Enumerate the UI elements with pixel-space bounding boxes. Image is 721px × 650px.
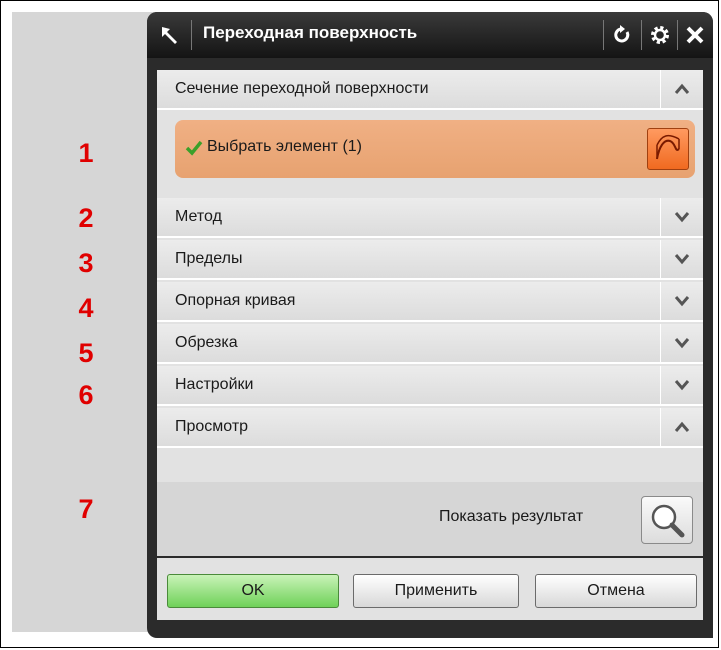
dialog-footer: OK Применить Отмена [157,558,703,620]
chevron-up-icon[interactable] [660,70,703,108]
apply-button[interactable]: Применить [353,574,519,608]
section-header-section-curves[interactable]: Сечение переходной поверхности [157,70,703,110]
show-result-label: Показать результат [439,508,584,525]
section-label: Опорная кривая [175,292,296,309]
annotation-number-3: 3 [78,248,94,278]
title-separator [677,20,678,50]
select-element-row[interactable]: Выбрать элемент (1) [175,120,695,178]
gear-icon[interactable] [645,18,675,52]
section-header-method[interactable]: Метод [157,198,703,238]
dialog-body: Сечение переходной поверхности Выбрать э… [157,70,703,556]
chevron-down-icon[interactable] [660,240,703,278]
chevron-down-icon[interactable] [660,366,703,404]
chevron-down-icon[interactable] [660,198,703,236]
section-label: Метод [175,208,222,225]
title-separator [191,20,192,50]
transition-surface-dialog: Переходная поверхность Сечение переходно… [147,12,713,638]
chevron-up-icon[interactable] [660,408,703,446]
check-icon [185,140,203,160]
chevron-down-icon[interactable] [660,324,703,362]
cancel-button[interactable]: Отмена [535,574,697,608]
annotation-number-2: 2 [78,203,94,233]
annotation-number-5: 5 [78,338,94,368]
preview-panel: Показать результат [157,482,703,556]
section-header-spine-curve[interactable]: Опорная кривая [157,282,703,322]
dialog-title-bar[interactable]: Переходная поверхность [147,12,713,58]
title-separator [603,20,604,50]
section-header-trim[interactable]: Обрезка [157,324,703,364]
chevron-down-icon[interactable] [660,282,703,320]
section-curve-icon[interactable] [647,128,689,170]
annotation-number-4: 4 [78,293,94,323]
section-label: Просмотр [175,418,249,435]
section-header-settings[interactable]: Настройки [157,366,703,406]
ok-button[interactable]: OK [167,574,339,608]
select-element-label: Выбрать элемент (1) [207,138,362,155]
section-label: Настройки [175,376,254,393]
section-header-limits[interactable]: Пределы [157,240,703,280]
close-icon[interactable] [680,18,710,52]
magnifier-icon[interactable] [641,496,693,544]
section-label: Обрезка [175,334,238,351]
annotation-number-1: 1 [78,138,94,168]
pin-arrow-icon[interactable] [157,22,183,48]
reset-icon[interactable] [607,18,637,52]
section-header-preview[interactable]: Просмотр [157,408,703,448]
title-separator [641,20,642,50]
annotation-number-6: 6 [78,380,94,410]
dialog-title: Переходная поверхность [203,23,418,42]
annotation-number-7: 7 [78,494,94,524]
section-label: Сечение переходной поверхности [175,80,429,97]
section-label: Пределы [175,250,243,267]
